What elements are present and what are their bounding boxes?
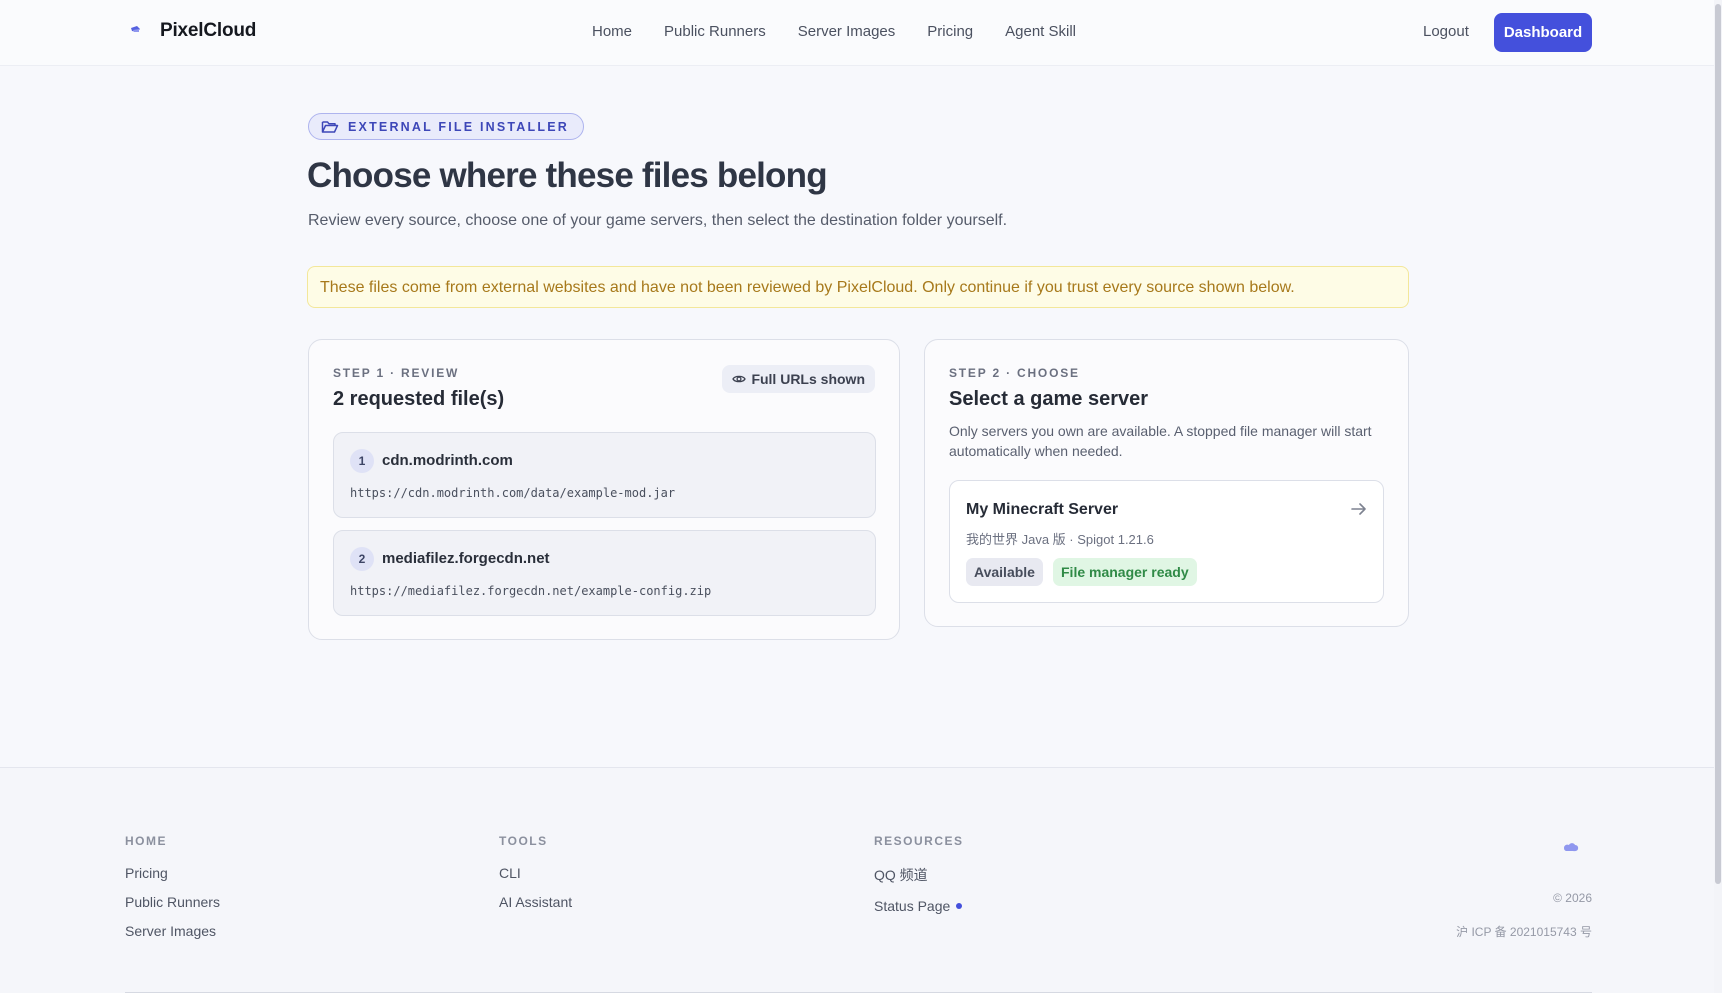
nav-agent-skill[interactable]: Agent Skill xyxy=(1005,23,1076,40)
footer-column-tools: TOOLS CLI AI Assistant xyxy=(499,834,572,923)
requested-files-heading: 2 requested file(s) xyxy=(333,388,505,410)
file-number: 2 xyxy=(350,547,374,571)
badge-label: EXTERNAL FILE INSTALLER xyxy=(348,119,569,134)
select-server-description: Only servers you own are available. A st… xyxy=(949,423,1372,459)
main-nav: Home Public Runners Server Images Pricin… xyxy=(592,23,1076,40)
file-host: cdn.modrinth.com xyxy=(382,452,513,469)
installer-badge: EXTERNAL FILE INSTALLER xyxy=(308,113,584,140)
full-urls-chip: Full URLs shown xyxy=(722,365,875,393)
footer-link-status-page[interactable]: Status Page xyxy=(874,898,964,914)
brand-link[interactable]: PixelCloud xyxy=(128,20,256,42)
nav-pricing[interactable]: Pricing xyxy=(927,23,973,40)
copyright: © 2026 xyxy=(1553,891,1592,905)
server-option-card[interactable]: My Minecraft Server 我的世界 Java 版 · Spigot… xyxy=(949,480,1384,603)
review-files-card: STEP 1 · REVIEW 2 requested file(s) Full… xyxy=(308,339,900,640)
footer-column-resources: RESOURCES QQ 频道 Status Page xyxy=(874,834,964,927)
brand-name: PixelCloud xyxy=(160,20,257,41)
file-number: 1 xyxy=(350,449,374,473)
file-item: 2 mediafilez.forgecdn.net https://mediaf… xyxy=(333,530,876,616)
dashboard-button[interactable]: Dashboard xyxy=(1494,13,1592,52)
footer-link-public-runners[interactable]: Public Runners xyxy=(125,894,220,910)
untrusted-source-warning: These files come from external websites … xyxy=(307,266,1409,308)
nav-server-images[interactable]: Server Images xyxy=(798,23,896,40)
step2-label: STEP 2 · CHOOSE xyxy=(949,366,1080,380)
step1-label: STEP 1 · REVIEW xyxy=(333,366,460,380)
file-manager-status-badge: File manager ready xyxy=(1053,558,1197,586)
arrow-right-icon xyxy=(1351,503,1366,515)
select-server-heading: Select a game server xyxy=(949,388,1149,410)
footer-link-cli[interactable]: CLI xyxy=(499,865,572,881)
cloud-logo-icon xyxy=(1564,843,1579,852)
eye-icon xyxy=(732,375,747,383)
file-item: 1 cdn.modrinth.com https://cdn.modrinth.… xyxy=(333,432,876,518)
choose-server-card: STEP 2 · CHOOSE Select a game server Onl… xyxy=(924,339,1409,627)
icp-license[interactable]: 沪 ICP 备 2021015743 号 xyxy=(1456,923,1592,940)
logout-link[interactable]: Logout xyxy=(1423,23,1469,40)
server-name: My Minecraft Server xyxy=(966,501,1119,518)
full-urls-label: Full URLs shown xyxy=(751,371,865,387)
nav-home[interactable]: Home xyxy=(592,23,632,40)
file-host: mediafilez.forgecdn.net xyxy=(382,550,550,567)
cloud-logo-icon xyxy=(131,26,140,32)
file-url: https://cdn.modrinth.com/data/example-mo… xyxy=(350,486,676,500)
page-title: Choose where these files belong xyxy=(307,156,828,195)
file-url: https://mediafilez.forgecdn.net/example-… xyxy=(350,584,712,598)
scrollbar-thumb[interactable] xyxy=(1715,4,1721,884)
status-dot-icon xyxy=(956,903,963,909)
top-navbar: PixelCloud Home Public Runners Server Im… xyxy=(0,0,1722,66)
server-status-badge: Available xyxy=(966,558,1043,586)
footer-column-home: HOME Pricing Public Runners Server Image… xyxy=(125,834,220,952)
footer-link-pricing[interactable]: Pricing xyxy=(125,865,220,881)
footer-link-qq-channel[interactable]: QQ 频道 xyxy=(874,865,964,885)
footer-link-ai-assistant[interactable]: AI Assistant xyxy=(499,894,572,910)
footer-link-server-images[interactable]: Server Images xyxy=(125,923,220,939)
status-page-label: Status Page xyxy=(874,898,951,914)
page-subtitle: Review every source, choose one of your … xyxy=(308,212,1008,229)
footer-heading: TOOLS xyxy=(499,834,548,848)
server-meta: 我的世界 Java 版 · Spigot 1.21.6 xyxy=(966,532,1154,547)
site-footer: HOME Pricing Public Runners Server Image… xyxy=(0,767,1722,993)
nav-public-runners[interactable]: Public Runners xyxy=(664,23,766,40)
folder-open-icon xyxy=(321,120,339,133)
footer-heading: RESOURCES xyxy=(874,834,964,848)
footer-heading: HOME xyxy=(125,834,167,848)
